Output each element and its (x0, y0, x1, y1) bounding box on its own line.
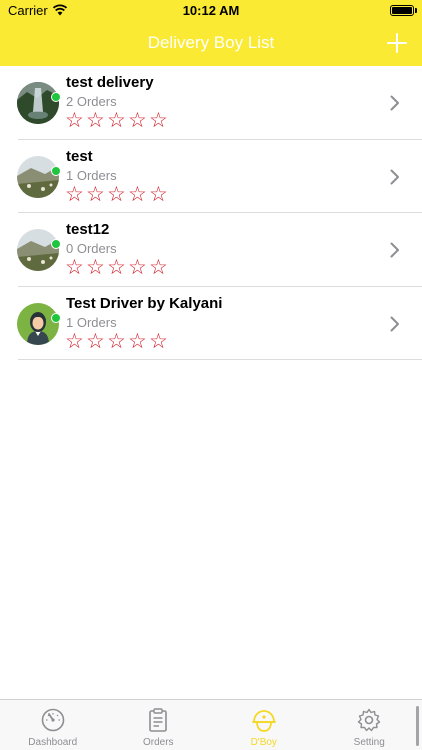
speedometer-icon (41, 708, 65, 732)
star-icon: ☆ (86, 109, 105, 132)
avatar (17, 302, 59, 345)
tab-orders[interactable]: Orders (106, 700, 212, 750)
online-status-dot (51, 239, 61, 249)
star-icon: ☆ (86, 182, 105, 206)
delivery-boy-row[interactable]: test12 0 Orders ☆ ☆ ☆ ☆ ☆ (17, 213, 422, 287)
clipboard-icon (149, 708, 168, 732)
rating-stars: ☆ ☆ ☆ ☆ ☆ (65, 184, 170, 205)
delivery-boy-row[interactable]: test delivery 2 Orders ☆ ☆ ☆ ☆ ☆ (17, 66, 422, 140)
star-icon: ☆ (128, 182, 147, 206)
star-icon: ☆ (107, 182, 126, 206)
online-status-dot (51, 312, 61, 323)
star-icon: ☆ (65, 329, 84, 353)
navigation-header: Carrier 10:12 AM Delivery Boy List (0, 0, 422, 66)
star-icon: ☆ (107, 256, 126, 279)
star-icon: ☆ (128, 256, 147, 279)
star-icon: ☆ (149, 329, 168, 353)
star-icon: ☆ (86, 256, 105, 279)
battery-icon (390, 5, 414, 16)
star-icon: ☆ (65, 256, 84, 279)
tab-bar: Dashboard Orders D'Boy Setting (0, 699, 422, 750)
status-bar: Carrier 10:12 AM (0, 0, 422, 22)
delivery-boy-name: test12 (66, 221, 110, 238)
rating-stars: ☆ ☆ ☆ ☆ ☆ (65, 331, 170, 352)
rating-stars: ☆ ☆ ☆ ☆ ☆ (65, 110, 170, 131)
delivery-boy-name: test (66, 147, 93, 165)
avatar (17, 82, 59, 124)
chevron-right-icon (390, 95, 399, 111)
tab-label: Setting (353, 737, 385, 748)
delivery-helmet-icon (251, 710, 276, 732)
star-icon: ☆ (149, 109, 168, 132)
avatar (17, 155, 59, 198)
tab-setting[interactable]: Setting (317, 700, 422, 750)
chevron-right-icon (390, 242, 399, 258)
star-icon: ☆ (149, 256, 168, 279)
clock-time: 10:12 AM (182, 3, 240, 18)
tab-label: D'Boy (250, 737, 277, 748)
chevron-right-icon (390, 316, 399, 331)
order-count: 1 Orders (66, 167, 117, 183)
avatar (17, 229, 59, 271)
star-icon: ☆ (107, 109, 126, 132)
delivery-boy-name: test delivery (66, 74, 154, 91)
tab-label: Orders (142, 737, 174, 748)
add-delivery-boy-button[interactable] (384, 30, 410, 56)
star-icon: ☆ (86, 329, 105, 353)
star-icon: ☆ (128, 109, 147, 132)
scroll-indicator (416, 706, 419, 746)
delivery-boy-name: Test Driver by Kalyani (66, 294, 223, 312)
screen: Carrier 10:12 AM Delivery Boy List test … (0, 0, 422, 750)
star-icon: ☆ (149, 182, 168, 206)
order-count: 1 Orders (66, 314, 117, 330)
rating-stars: ☆ ☆ ☆ ☆ ☆ (65, 257, 170, 278)
page-title: Delivery Boy List (147, 33, 275, 52)
gear-icon (358, 708, 381, 732)
online-status-dot (51, 165, 61, 176)
delivery-boy-row[interactable]: Test Driver by Kalyani 1 Orders ☆ ☆ ☆ ☆ … (17, 287, 422, 360)
online-status-dot (51, 92, 61, 102)
order-count: 2 Orders (66, 94, 117, 109)
star-icon: ☆ (107, 329, 126, 353)
delivery-boy-list: test delivery 2 Orders ☆ ☆ ☆ ☆ ☆ test 1 … (0, 66, 422, 360)
star-icon: ☆ (65, 109, 84, 132)
battery-tip (415, 8, 417, 13)
tab-dashboard[interactable]: Dashboard (0, 700, 106, 750)
tab-label: Dashboard (28, 737, 78, 748)
star-icon: ☆ (128, 329, 147, 353)
tab-dboy[interactable]: D'Boy (211, 700, 317, 750)
star-icon: ☆ (65, 182, 84, 206)
delivery-boy-row[interactable]: test 1 Orders ☆ ☆ ☆ ☆ ☆ (17, 140, 422, 213)
order-count: 0 Orders (66, 241, 117, 256)
chevron-right-icon (390, 169, 399, 184)
